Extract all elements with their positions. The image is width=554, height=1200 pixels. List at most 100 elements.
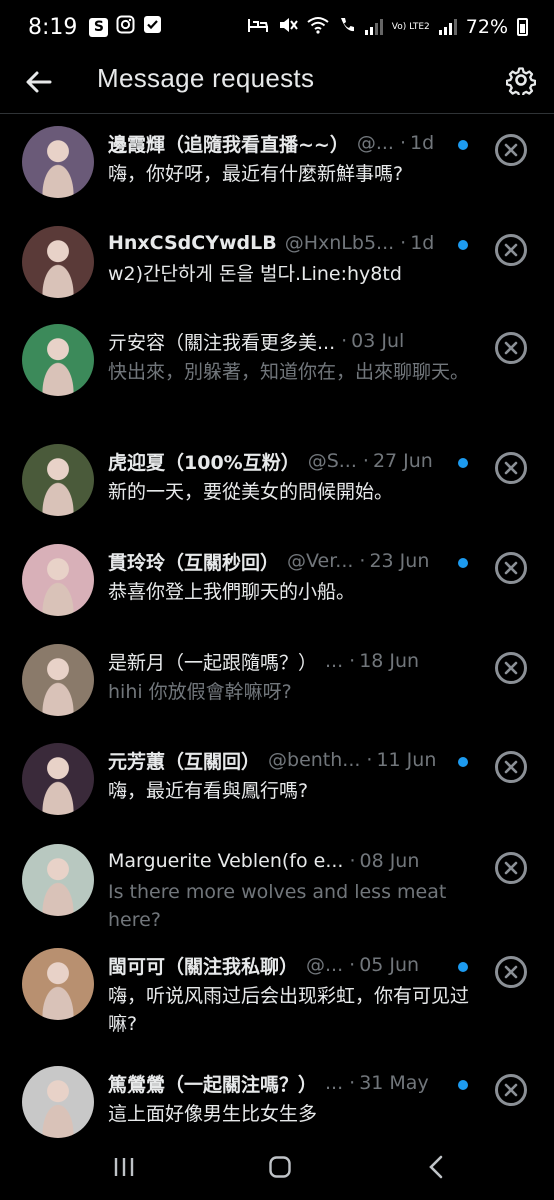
sender-name: 亓安容（關注我看更多美... xyxy=(108,331,336,354)
date-separator: · xyxy=(349,954,356,976)
message-date: 08 Jun xyxy=(359,850,420,872)
avatar[interactable] xyxy=(22,324,94,396)
message-date: 1d xyxy=(410,232,435,254)
date-separator: · xyxy=(400,232,407,254)
unread-indicator xyxy=(458,558,468,568)
message-preview: Is there more wolves and less meat here? xyxy=(108,881,447,931)
date-separator: · xyxy=(366,749,373,771)
avatar[interactable] xyxy=(22,126,94,198)
close-circle-icon[interactable] xyxy=(495,751,527,783)
avatar[interactable] xyxy=(22,743,94,815)
battery-percent: 72% xyxy=(465,16,508,38)
sleep-mode-icon xyxy=(247,16,269,39)
check-square-icon xyxy=(143,15,162,39)
date-separator: · xyxy=(362,450,369,472)
request-row[interactable]: 虎迎夏（100%互粉） @S... · 27 Jun 新的一天，要從美女的問候開始。 xyxy=(0,434,554,534)
avatar[interactable] xyxy=(22,226,94,298)
signal-2-icon xyxy=(438,19,457,35)
unread-indicator xyxy=(458,757,468,767)
sender-handle: @... xyxy=(356,132,394,154)
gear-icon[interactable] xyxy=(505,65,537,98)
message-date: 03 Jul xyxy=(351,330,405,352)
message-preview: 嗨，你好呀，最近有什麼新鮮事嗎? xyxy=(108,163,404,185)
date-separator: · xyxy=(349,650,356,672)
close-circle-icon[interactable] xyxy=(495,852,527,884)
avatar[interactable] xyxy=(22,948,94,1020)
message-preview: 這上面好像男生比女生多 xyxy=(108,1103,318,1125)
unread-indicator xyxy=(458,240,468,250)
message-date: 05 Jun xyxy=(359,954,420,976)
sender-handle: ... xyxy=(325,1072,344,1094)
message-preview: 嗨，听说风雨过后会出现彩虹，你有可见过嘛? xyxy=(108,985,470,1035)
request-row[interactable]: 邊霞輝（追隨我看直播~~） @... · 1d 嗨，你好呀，最近有什麼新鮮事嗎? xyxy=(0,116,554,216)
sender-handle: @Ver... xyxy=(287,550,354,572)
close-circle-icon[interactable] xyxy=(495,134,527,166)
mute-icon xyxy=(278,16,298,39)
message-date: 1d xyxy=(410,132,435,154)
message-date: 18 Jun xyxy=(359,650,420,672)
close-circle-icon[interactable] xyxy=(495,552,527,584)
unread-indicator xyxy=(458,458,468,468)
date-separator: · xyxy=(359,550,366,572)
request-row[interactable]: Marguerite Veblen(fo e... · 08 Jun Is there… xyxy=(0,834,554,938)
date-separator: · xyxy=(349,1072,356,1094)
avatar[interactable] xyxy=(22,844,94,916)
message-preview: hihi 你放假會幹嘛呀? xyxy=(108,681,292,703)
request-row[interactable]: 元芳蕙（互關回） @benth... · 11 Jun 嗨，最近有看與鳳行嗎? xyxy=(0,733,554,834)
battery-icon xyxy=(517,18,528,36)
sender-handle: @S... xyxy=(307,450,357,472)
avatar[interactable] xyxy=(22,544,94,616)
sender-handle: @HxnLb5... xyxy=(284,232,395,254)
wifi-icon xyxy=(307,16,329,39)
date-separator: · xyxy=(341,330,348,352)
unread-indicator xyxy=(458,1080,468,1090)
wifi-call-icon xyxy=(338,16,356,39)
page-title: Message requests xyxy=(97,63,315,93)
home-icon[interactable] xyxy=(268,1155,292,1179)
sender-name: 篤鶯鶯（一起關注嗎？） xyxy=(108,1073,318,1096)
request-row[interactable]: 是新月（一起跟隨嗎？）... · 18 Jun hihi 你放假會幹嘛呀? xyxy=(0,634,554,733)
sender-name: 邊霞輝（追隨我看直播~~） xyxy=(108,133,349,156)
sender-name: 是新月（一起跟隨嗎？） xyxy=(108,651,318,674)
close-circle-icon[interactable] xyxy=(495,234,527,266)
request-row[interactable]: 閩可可（關注我私聊） @... · 05 Jun 嗨，听说风雨过后会出现彩虹，你有可见过… xyxy=(0,938,554,1056)
sender-name: HnxCSdCYwdLB xyxy=(108,232,277,254)
message-date: 27 Jun xyxy=(372,450,433,472)
request-row[interactable]: 貫玲玲（互關秒回） @Ver... · 23 Jun 恭喜你登上我們聊天的小船。 xyxy=(0,534,554,634)
sender-name: 貫玲玲（互關秒回） xyxy=(108,551,280,574)
close-circle-icon[interactable] xyxy=(495,452,527,484)
status-bar: 8:19 S Vo) LTE2 72% xyxy=(0,0,554,54)
message-date: 23 Jun xyxy=(369,550,430,572)
close-circle-icon[interactable] xyxy=(495,1074,527,1106)
arrow-left-icon[interactable] xyxy=(24,67,54,97)
recent-apps-icon[interactable] xyxy=(113,1156,135,1178)
sender-name: 閩可可（關注我私聊） xyxy=(108,955,299,978)
sender-handle: @benth... xyxy=(268,749,361,771)
date-separator: · xyxy=(399,132,407,154)
sender-name: Marguerite Veblen(fo e... xyxy=(108,850,344,872)
request-row[interactable]: 亓安容（關注我看更多美... · 03 Jul 快出來，別躲著，知道你在，出來聊聊天。 xyxy=(0,314,554,434)
s-app-icon: S xyxy=(89,17,109,37)
message-preview: 嗨，最近有看與鳳行嗎? xyxy=(108,780,309,802)
avatar[interactable] xyxy=(22,644,94,716)
back-icon[interactable] xyxy=(426,1154,446,1180)
close-circle-icon[interactable] xyxy=(495,956,527,988)
close-circle-icon[interactable] xyxy=(495,652,527,684)
unread-indicator xyxy=(458,962,468,972)
message-preview: 新的一天，要從美女的問候開始。 xyxy=(108,481,394,503)
message-preview: 快出來，別躲著，知道你在，出來聊聊天。 xyxy=(108,361,470,383)
status-time: 8:19 xyxy=(28,14,78,40)
sender-name: 元芳蕙（互關回） xyxy=(108,750,261,773)
message-date: 11 Jun xyxy=(376,749,437,771)
network-label: Vo) LTE2 xyxy=(391,21,430,32)
instagram-icon xyxy=(116,15,135,39)
avatar[interactable] xyxy=(22,1066,94,1138)
close-circle-icon[interactable] xyxy=(495,332,527,364)
top-app-bar: Message requests xyxy=(0,54,554,114)
request-row[interactable]: HnxCSdCYwdLB @HxnLb5... · 1d w2)간단하게 돈을 벌다.L… xyxy=(0,216,554,314)
message-preview: w2)간단하게 돈을 벌다.Line:hy8td xyxy=(108,263,402,285)
system-nav-bar xyxy=(0,1140,554,1200)
unread-indicator xyxy=(458,140,468,150)
avatar[interactable] xyxy=(22,444,94,516)
message-preview: 恭喜你登上我們聊天的小船。 xyxy=(108,581,356,603)
